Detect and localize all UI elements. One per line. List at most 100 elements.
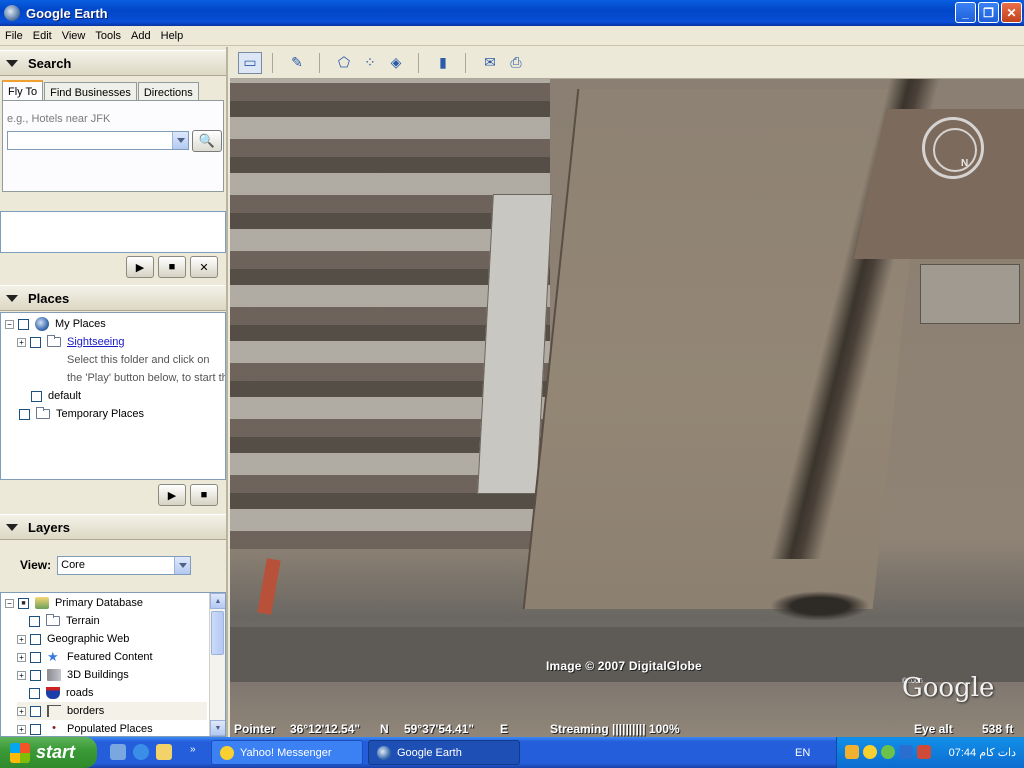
- add-polygon-icon[interactable]: ⬠: [332, 52, 356, 74]
- layer-roads[interactable]: roads: [29, 684, 94, 702]
- layer-label: roads: [66, 687, 94, 699]
- task-label: Yahoo! Messenger: [240, 746, 332, 759]
- menu-tools[interactable]: Tools: [90, 30, 126, 42]
- checkbox[interactable]: [19, 408, 30, 420]
- checkbox[interactable]: [30, 705, 41, 717]
- layer-featured-content[interactable]: + ★ Featured Content: [17, 648, 153, 666]
- show-desktop-icon[interactable]: [110, 744, 126, 760]
- maximize-button[interactable]: ❐: [978, 2, 999, 23]
- play-tour-button[interactable]: ▶: [158, 484, 186, 506]
- menu-view[interactable]: View: [57, 30, 91, 42]
- layer-geographic-web[interactable]: + Geographic Web: [17, 630, 129, 648]
- expander-icon[interactable]: +: [17, 724, 26, 734]
- add-image-overlay-icon[interactable]: ◈: [384, 52, 408, 74]
- folder-icon[interactable]: [156, 744, 172, 760]
- imagery-copyright: Image © 2007 DigitalGlobe: [546, 659, 702, 673]
- system-tray: 07:44 دات کام: [836, 737, 1024, 768]
- navigation-compass-icon[interactable]: N: [922, 117, 984, 179]
- expander-icon[interactable]: +: [17, 652, 26, 662]
- collapse-triangle-icon[interactable]: [6, 294, 18, 302]
- checkbox[interactable]: [29, 615, 40, 627]
- checkbox[interactable]: [31, 390, 42, 402]
- menu-help[interactable]: Help: [156, 30, 189, 42]
- email-icon[interactable]: ✉: [478, 52, 502, 74]
- checkbox[interactable]: [30, 669, 41, 681]
- expander-icon[interactable]: +: [17, 634, 26, 644]
- scroll-up-icon[interactable]: ▲: [210, 593, 225, 609]
- tray-status-icon[interactable]: [899, 745, 913, 759]
- stop-button[interactable]: ■: [158, 256, 186, 278]
- checkbox[interactable]: [29, 687, 40, 699]
- layers-header[interactable]: Layers: [0, 514, 226, 540]
- fly-to-dropdown-icon[interactable]: [172, 132, 188, 149]
- ruler-icon[interactable]: ▮: [431, 52, 455, 74]
- tree-item-label[interactable]: Sightseeing: [67, 336, 125, 348]
- search-panel: Search Fly To Find Businesses Directions…: [0, 50, 226, 192]
- print-icon[interactable]: ⎙: [504, 52, 528, 74]
- collapse-triangle-icon[interactable]: [6, 523, 18, 531]
- tray-security-icon[interactable]: [917, 745, 931, 759]
- start-button[interactable]: start: [0, 737, 97, 768]
- checkbox[interactable]: [18, 597, 29, 609]
- road-shield-icon: [46, 687, 60, 699]
- layer-populated-places[interactable]: + • Populated Places: [17, 720, 153, 736]
- expander-icon[interactable]: +: [17, 670, 26, 680]
- tree-item-temporary-places[interactable]: Temporary Places: [19, 405, 144, 423]
- tree-item-sightseeing[interactable]: + Sightseeing: [17, 333, 125, 351]
- pointer-latitude: 36°12'12.54": [290, 722, 361, 736]
- earth-view[interactable]: N Image © 2007 DigitalGlobe ©2006 Google…: [230, 79, 1024, 737]
- expander-icon[interactable]: −: [5, 319, 14, 329]
- menu-edit[interactable]: Edit: [28, 30, 57, 42]
- tree-item-my-places[interactable]: − My Places: [5, 315, 106, 333]
- layer-borders[interactable]: + borders: [17, 702, 207, 720]
- scroll-down-icon[interactable]: ▼: [210, 720, 225, 736]
- expander-icon[interactable]: −: [5, 598, 14, 608]
- toolbar-separator: [418, 52, 419, 73]
- task-yahoo-messenger[interactable]: Yahoo! Messenger: [211, 740, 363, 765]
- eye-alt-label: Eye alt: [914, 722, 953, 736]
- close-button[interactable]: ✕: [1001, 2, 1022, 23]
- play-button[interactable]: ▶: [126, 256, 154, 278]
- expander-icon[interactable]: +: [17, 706, 26, 716]
- stop-tour-button[interactable]: ■: [190, 484, 218, 506]
- tray-app-icon[interactable]: [845, 745, 859, 759]
- places-tree: − My Places + Sightseeing Select this fo…: [0, 312, 226, 480]
- checkbox[interactable]: [30, 651, 41, 663]
- layers-tree: − Primary Database Terrain + Geographic …: [0, 592, 226, 737]
- menu-add[interactable]: Add: [126, 30, 156, 42]
- checkbox[interactable]: [30, 633, 41, 645]
- search-header[interactable]: Search: [0, 50, 226, 76]
- fly-to-input[interactable]: [7, 131, 189, 150]
- clear-button[interactable]: ✕: [190, 256, 218, 278]
- tray-network-icon[interactable]: [881, 745, 895, 759]
- checkbox[interactable]: [30, 336, 41, 348]
- pointer-longitude: 59°37'54.41": [404, 722, 475, 736]
- layers-scrollbar[interactable]: ▲ ▼: [209, 593, 225, 736]
- sidebar-toggle-icon[interactable]: ▭: [238, 51, 262, 74]
- quicklaunch-overflow-icon[interactable]: »: [190, 744, 206, 760]
- places-header[interactable]: Places: [0, 285, 226, 311]
- search-button[interactable]: 🔍: [192, 130, 222, 152]
- checkbox[interactable]: [18, 318, 29, 330]
- view-select[interactable]: Core: [57, 555, 192, 575]
- start-label: start: [36, 742, 76, 762]
- language-indicator[interactable]: EN: [795, 747, 810, 759]
- scroll-thumb[interactable]: [211, 611, 224, 655]
- layer-primary-database[interactable]: − Primary Database: [5, 594, 143, 612]
- tray-yahoo-icon[interactable]: [863, 745, 877, 759]
- internet-explorer-icon[interactable]: [133, 744, 149, 760]
- layer-terrain[interactable]: Terrain: [29, 612, 100, 630]
- minimize-button[interactable]: _: [955, 2, 976, 23]
- expander-icon[interactable]: +: [17, 337, 26, 347]
- add-path-icon[interactable]: ⁘: [358, 52, 382, 74]
- checkbox[interactable]: [30, 723, 41, 735]
- menu-file[interactable]: File: [0, 30, 28, 42]
- add-placemark-icon[interactable]: ✎: [285, 52, 309, 74]
- magnifier-icon: 🔍: [198, 133, 216, 148]
- chevron-down-icon[interactable]: [174, 556, 191, 574]
- longitude-direction: E: [500, 722, 509, 736]
- task-google-earth[interactable]: Google Earth: [368, 740, 520, 765]
- collapse-triangle-icon[interactable]: [6, 59, 18, 67]
- tree-item-default[interactable]: default: [31, 387, 81, 405]
- layer-3d-buildings[interactable]: + 3D Buildings: [17, 666, 129, 684]
